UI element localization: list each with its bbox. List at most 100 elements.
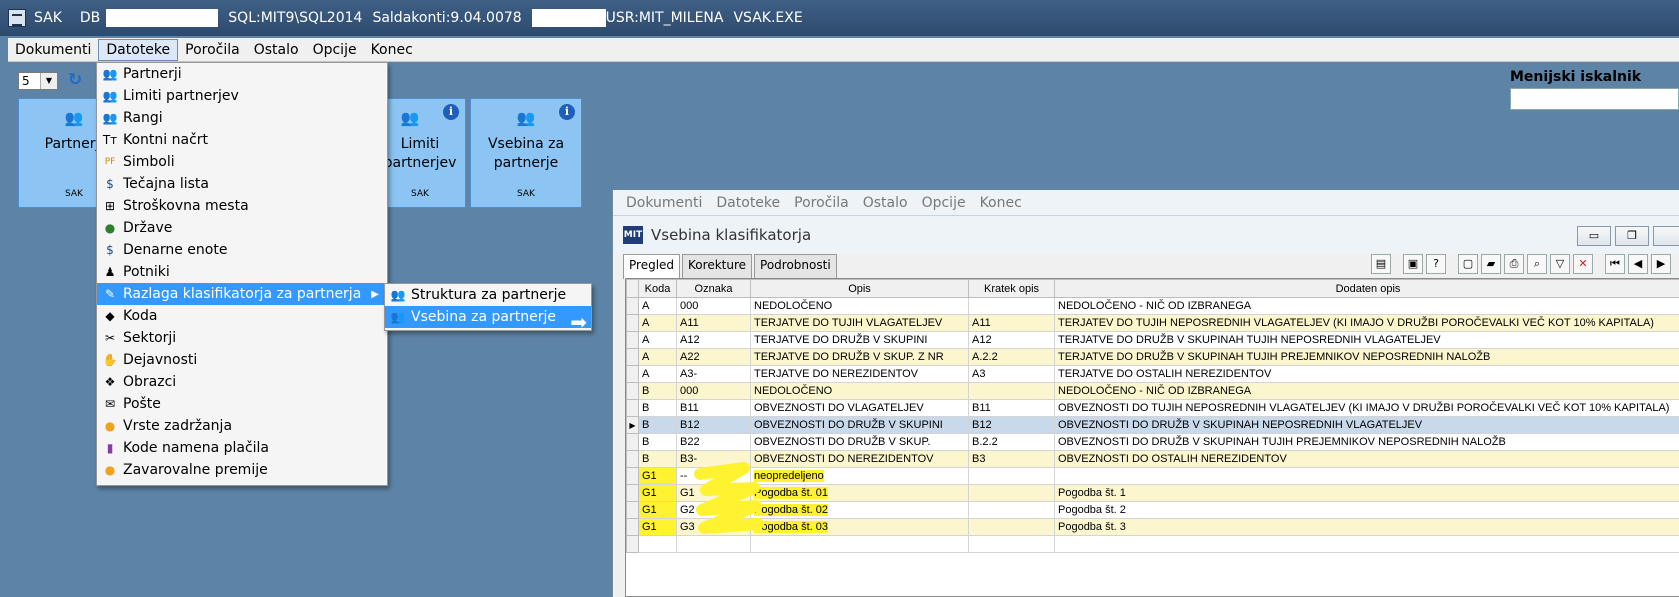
table-cell[interactable] [1054, 535, 1679, 553]
table-cell[interactable]: B12 [676, 416, 751, 434]
table-cell[interactable]: G1 [638, 484, 677, 502]
table-cell[interactable]: OBVEZNOSTI DO TUJIH NEPOSREDNIH VLAGATEL… [1054, 399, 1679, 417]
table-cell[interactable]: Pogodba št. 02 [750, 501, 969, 519]
table-cell[interactable] [750, 535, 969, 553]
table-cell[interactable]: Pogodba št. 01 [750, 484, 969, 502]
table-cell[interactable] [638, 535, 677, 553]
table-cell[interactable]: G1 [638, 501, 677, 519]
table-cell[interactable] [968, 467, 1055, 485]
folder-icon[interactable]: ▰ [1481, 254, 1501, 274]
table-cell[interactable]: OBVEZNOSTI DO DRUŽB V SKUPINAH TUJIH PRE… [1054, 433, 1679, 451]
table-cell[interactable]: A.2.2 [968, 348, 1055, 366]
table-cell[interactable]: 000 [676, 297, 751, 315]
document-icon[interactable]: ▤ [1371, 254, 1391, 274]
app-icon[interactable] [8, 9, 26, 27]
table-cell[interactable] [968, 501, 1055, 519]
table-cell[interactable]: OBVEZNOSTI DO OSTALIH NEREZIDENTOV [1054, 450, 1679, 468]
table-cell[interactable]: B [638, 450, 677, 468]
table-cell[interactable]: 000 [676, 382, 751, 400]
col-header-dodaten-opis[interactable]: Dodaten opis [1054, 279, 1679, 298]
child-menu-konec[interactable]: Konec [973, 195, 1029, 211]
dropdown-item-3[interactable]: Tт Kontni načrt [97, 129, 387, 151]
table-cell[interactable]: A12 [968, 331, 1055, 349]
table-cell[interactable] [676, 535, 751, 553]
table-cell[interactable] [968, 297, 1055, 315]
table-row[interactable]: B 000 NEDOLOČENO NEDOLOČENO - NIČ OD IZBRAN… [626, 382, 1679, 400]
table-row[interactable]: G1 -- neopredeljeno [626, 467, 1679, 485]
tab-podrobnosti[interactable]: Podrobnosti [754, 254, 837, 278]
submenu-item-vsebina[interactable]: 👥 Vsebina za partnerje ➡ [385, 306, 591, 334]
table-cell[interactable]: B12 [968, 416, 1055, 434]
table-cell[interactable]: B.2.2 [968, 433, 1055, 451]
row-indicator[interactable]: ▶ [626, 416, 639, 434]
dropdown-item-5[interactable]: $ Tečajna lista [97, 173, 387, 195]
info-icon[interactable]: i [559, 104, 575, 120]
table-cell[interactable]: A12 [676, 331, 751, 349]
tile-count-select[interactable]: 5 ▼ [18, 72, 58, 90]
table-cell[interactable]: OBVEZNOSTI DO NEREZIDENTOV [750, 450, 969, 468]
search-icon[interactable]: ⌕ [1527, 254, 1547, 274]
table-row[interactable]: A A3- TERJATVE DO NEREZIDENTOV A3 TERJATVE D… [626, 365, 1679, 383]
dropdown-item-14[interactable]: ❖ Obrazci [97, 371, 387, 393]
table-cell[interactable]: Pogodba št. 3 [1054, 518, 1679, 536]
row-indicator[interactable] [626, 518, 639, 536]
info-icon[interactable]: i [443, 104, 459, 120]
table-row[interactable]: B B22 OBVEZNOSTI DO DRUŽB V SKUP. B.2.2 OBVE… [626, 433, 1679, 451]
dropdown-item-9[interactable]: ♟ Potniki [97, 261, 387, 283]
table-cell[interactable]: TERJATVE DO DRUŽB V SKUPINI [750, 331, 969, 349]
dropdown-item-1[interactable]: 👥 Limiti partnerjev [97, 85, 387, 107]
menu-ostalo[interactable]: Ostalo [247, 40, 306, 60]
table-cell[interactable] [968, 518, 1055, 536]
menu-search-input[interactable] [1510, 88, 1679, 110]
table-cell[interactable]: A11 [968, 314, 1055, 332]
table-cell[interactable]: TERJATVE DO OSTALIH NEREZIDENTOV [1054, 365, 1679, 383]
table-cell[interactable]: neopredeljeno [750, 467, 969, 485]
delete-icon[interactable]: ✕ [1573, 254, 1593, 274]
table-cell[interactable]: Pogodba št. 2 [1054, 501, 1679, 519]
first-record-icon[interactable]: ⏮ [1605, 254, 1625, 274]
table-cell[interactable]: B [638, 399, 677, 417]
menu-datoteke[interactable]: Datoteke [98, 38, 179, 61]
print-icon[interactable]: ⎙ [1504, 254, 1524, 274]
dropdown-item-0[interactable]: 👥 Partnerji [97, 63, 387, 85]
tab-korekture[interactable]: Korekture [682, 254, 753, 278]
row-indicator[interactable] [626, 297, 639, 315]
dropdown-item-7[interactable]: ● Države [97, 217, 387, 239]
table-cell[interactable] [968, 382, 1055, 400]
table-cell[interactable]: Pogodba št. 03 [750, 518, 969, 536]
row-indicator[interactable] [626, 382, 639, 400]
dropdown-item-10[interactable]: ✎ Razlaga klasifikatorja za partnerja ▶ [97, 283, 387, 305]
table-row[interactable]: A A11 TERJATVE DO TUJIH VLAGATELJEV A11 TERJ… [626, 314, 1679, 332]
table-cell[interactable]: A11 [676, 314, 751, 332]
dropdown-item-17[interactable]: ▮ Kode namena plačila [97, 437, 387, 459]
child-menu-dokumenti[interactable]: Dokumenti [619, 195, 709, 211]
table-cell[interactable]: NEDOLOČENO [750, 382, 969, 400]
row-indicator[interactable] [626, 467, 639, 485]
new-icon[interactable]: ▢ [1458, 254, 1478, 274]
col-header-kratek-opis[interactable]: Kratek opis [968, 279, 1055, 298]
table-cell[interactable] [968, 535, 1055, 553]
table-cell[interactable]: TERJATVE DO TUJIH VLAGATELJEV [750, 314, 969, 332]
table-cell[interactable]: A [638, 348, 677, 366]
table-cell[interactable]: NEDOLOČENO [750, 297, 969, 315]
table-cell[interactable]: OBVEZNOSTI DO DRUŽB V SKUPINAH NEPOSREDN… [1054, 416, 1679, 434]
dropdown-item-15[interactable]: ✉ Pošte [97, 393, 387, 415]
col-header-opis[interactable]: Opis [750, 279, 969, 298]
table-cell[interactable]: A3- [676, 365, 751, 383]
table-row[interactable]: ▶ B B12 OBVEZNOSTI DO DRUŽB V SKUPINI B12 OBV… [626, 416, 1679, 434]
prev-record-icon[interactable]: ◀ [1628, 254, 1648, 274]
row-indicator[interactable] [626, 501, 639, 519]
child-menu-opcije[interactable]: Opcije [915, 195, 973, 211]
table-cell[interactable]: Pogodba št. 1 [1054, 484, 1679, 502]
help-icon[interactable]: ? [1426, 254, 1446, 274]
filter-icon[interactable]: ▽ [1550, 254, 1570, 274]
dropdown-item-8[interactable]: $ Denarne enote [97, 239, 387, 261]
tab-pregled[interactable]: Pregled [623, 254, 681, 279]
table-cell[interactable]: NEDOLOČENO - NIČ OD IZBRANEGA [1054, 297, 1679, 315]
menu-dokumenti[interactable]: Dokumenti [8, 40, 98, 60]
table-row[interactable]: G1 G3 Pogodba št. 03 Pogodba št. 3 [626, 518, 1679, 536]
row-indicator[interactable] [626, 331, 639, 349]
menu-konec[interactable]: Konec [364, 40, 420, 60]
table-row[interactable]: B B11 OBVEZNOSTI DO VLAGATELJEV B11 OBVEZNOS… [626, 399, 1679, 417]
table-row[interactable]: A A12 TERJATVE DO DRUŽB V SKUPINI A12 TERJAT… [626, 331, 1679, 349]
